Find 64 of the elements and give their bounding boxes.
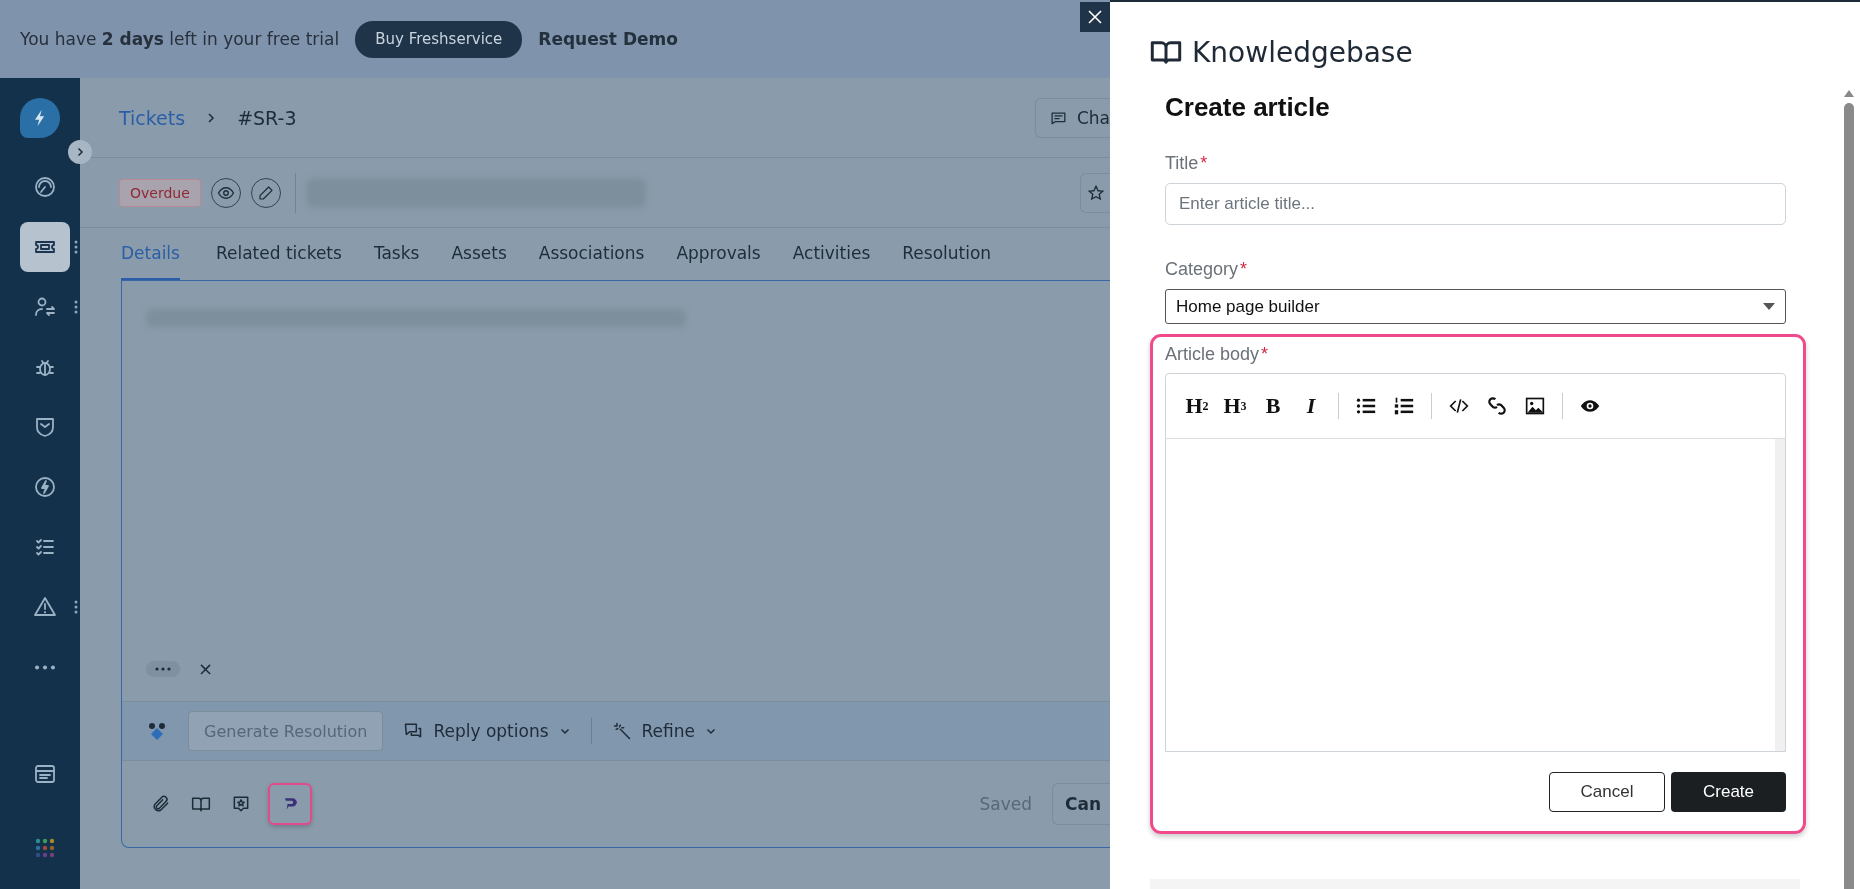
- tab[interactable]: Activities: [776, 228, 887, 280]
- cancel-button[interactable]: Cancel: [1549, 772, 1665, 812]
- sidebar-item[interactable]: [20, 222, 70, 272]
- italic-button[interactable]: I: [1294, 389, 1328, 423]
- remove-button[interactable]: ×: [198, 658, 214, 679]
- refine-dropdown[interactable]: Refine: [611, 721, 717, 741]
- browser-window-icon: [33, 762, 57, 786]
- scroll-up-arrow-icon[interactable]: [1844, 90, 1854, 97]
- ellipsis-chip-icon[interactable]: [146, 660, 180, 677]
- user-swap-icon: [33, 295, 57, 319]
- panel-title: Knowledgebase: [1192, 35, 1413, 69]
- paperclip-icon: [151, 794, 171, 814]
- app-logo-button[interactable]: [268, 783, 312, 825]
- code-icon: [1449, 396, 1469, 416]
- create-button[interactable]: Create: [1671, 772, 1786, 812]
- bold-button[interactable]: B: [1256, 389, 1290, 423]
- bolt-icon: [33, 475, 57, 499]
- tab[interactable]: Approvals: [660, 228, 777, 280]
- caret-down-icon: [1763, 302, 1775, 311]
- expand-button[interactable]: [68, 140, 92, 164]
- tab[interactable]: Resolution: [886, 228, 1008, 280]
- image-icon: [1525, 396, 1545, 416]
- book-icon: [1150, 39, 1182, 65]
- star-note-icon: [231, 794, 251, 814]
- close-icon: [1086, 8, 1104, 26]
- heading-button[interactable]: H$^{3}$: [1218, 389, 1252, 423]
- gauge-icon: [33, 175, 57, 199]
- tab[interactable]: Assets: [435, 228, 523, 280]
- book-icon: [191, 794, 211, 814]
- field-label: Title*: [1165, 153, 1209, 174]
- star-icon: [1087, 183, 1105, 202]
- kebab-icon[interactable]: [74, 600, 78, 614]
- kebab-icon[interactable]: [74, 300, 78, 314]
- ticket-id: #SR-3: [237, 106, 297, 129]
- shield-icon: [33, 415, 57, 439]
- reply-options-dropdown[interactable]: Reply options: [403, 721, 571, 741]
- warning-icon: [33, 595, 57, 619]
- pencil-icon: [257, 184, 274, 201]
- tab[interactable]: Associations: [522, 228, 661, 280]
- field-label: Article body*: [1165, 344, 1270, 365]
- form-heading: Create article: [1165, 92, 1331, 123]
- ai-assistant-icon[interactable]: [146, 721, 168, 741]
- cancel-button[interactable]: Can: [1052, 783, 1110, 825]
- trial-message: You have 2 days left in your free trial: [20, 29, 340, 49]
- buy-button[interactable]: Buy Freshservice: [355, 20, 523, 58]
- field-label: Category*: [1165, 259, 1249, 280]
- request-demo-link[interactable]: Request Demo: [538, 29, 678, 49]
- tab[interactable]: Related tickets: [199, 228, 358, 280]
- numbered-list-icon: [1394, 396, 1414, 416]
- status-badge: Overdue: [119, 178, 201, 207]
- apps-grid-icon: [33, 836, 57, 860]
- heading-button[interactable]: H$^{2}$: [1180, 389, 1214, 423]
- kebab-icon[interactable]: [74, 240, 78, 254]
- chat-bubbles-icon: [403, 721, 424, 741]
- magic-wand-icon: [611, 721, 632, 741]
- tab[interactable]: Tasks: [357, 228, 436, 280]
- category-select[interactable]: Home page builder: [1165, 289, 1786, 324]
- close-button[interactable]: [1080, 2, 1110, 32]
- more-icon: [35, 664, 55, 670]
- title-input[interactable]: Enter article title...: [1165, 183, 1786, 225]
- app-logo[interactable]: [20, 98, 60, 138]
- bullet-list-icon: [1356, 396, 1376, 416]
- link-icon: [1487, 396, 1507, 416]
- scrollbar-thumb[interactable]: [1844, 103, 1854, 889]
